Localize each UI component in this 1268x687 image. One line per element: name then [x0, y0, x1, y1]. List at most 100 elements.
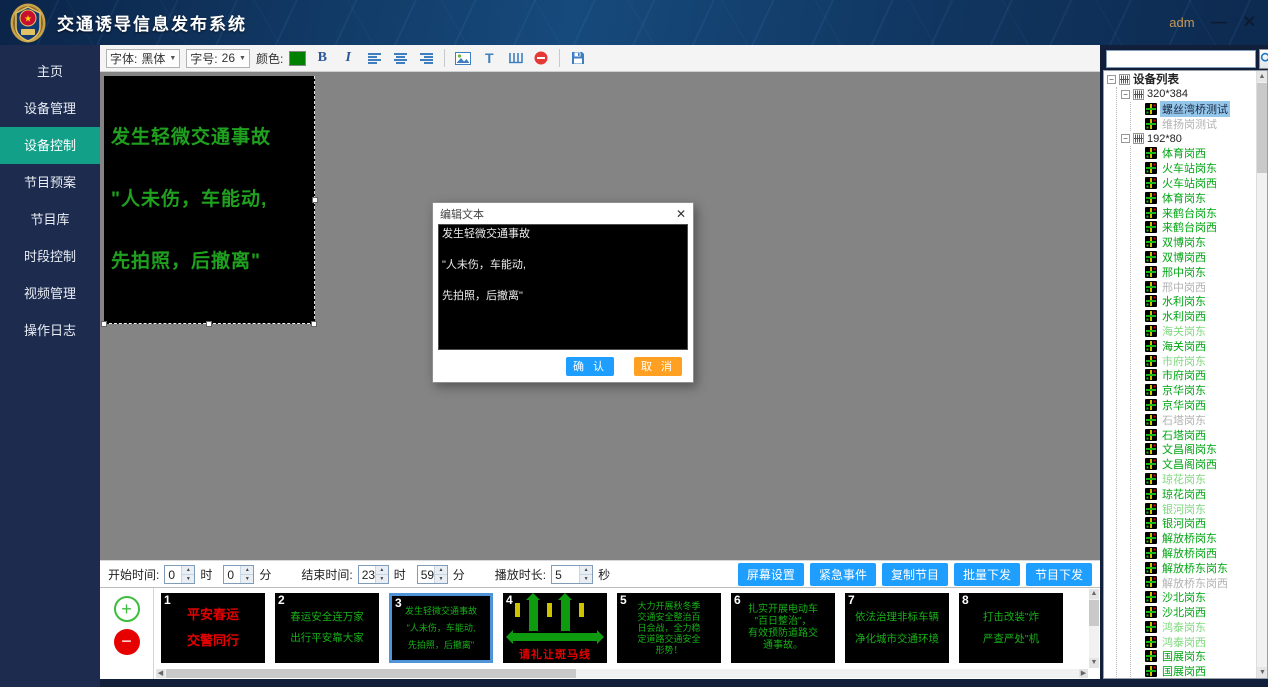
scroll-up-icon[interactable]: ▲ [1089, 589, 1099, 599]
vertical-scrollbar[interactable]: ▲ ▼ [1089, 589, 1099, 668]
tree-group-192*80[interactable]: −192*80 [1121, 131, 1255, 146]
device-item[interactable]: 鸿泰岗东 [1135, 619, 1255, 634]
tree-group-320*384[interactable]: −320*384 [1121, 87, 1255, 102]
playlist-item-2[interactable]: 2春运安全连万家出行平安靠大家 [275, 593, 379, 663]
device-item[interactable]: 国展岗东 [1135, 649, 1255, 664]
device-item[interactable]: 邢中岗西 [1135, 279, 1255, 294]
duration-stepper[interactable]: 5▲▼ [551, 565, 593, 584]
device-item[interactable]: 市府岗西 [1135, 368, 1255, 383]
step-down-icon[interactable]: ▼ [435, 575, 447, 583]
logged-in-user[interactable]: adm [1169, 15, 1194, 30]
end-minute-stepper[interactable]: 59▲▼ [417, 565, 448, 584]
step-up-icon[interactable]: ▲ [241, 566, 253, 575]
device-item[interactable]: 石塔岗西 [1135, 427, 1255, 442]
device-item[interactable]: 沙北岗东 [1135, 590, 1255, 605]
sidebar-item-时段控制[interactable]: 时段控制 [0, 238, 100, 275]
device-item[interactable]: 解放桥东岗西 [1135, 575, 1255, 590]
resize-handle[interactable] [312, 197, 318, 203]
columns-button[interactable] [505, 48, 525, 68]
step-down-icon[interactable]: ▼ [580, 575, 592, 583]
search-button[interactable] [1259, 49, 1268, 69]
add-program-button[interactable]: + [114, 596, 140, 622]
device-item[interactable]: 水利岗西 [1135, 309, 1255, 324]
sidebar-item-操作日志[interactable]: 操作日志 [0, 312, 100, 349]
confirm-button[interactable]: 确 认 [566, 357, 614, 376]
dialog-title-bar[interactable]: 编辑文本 ✕ [433, 203, 693, 224]
device-item[interactable]: 海关岗东 [1135, 324, 1255, 339]
playlist-item-3[interactable]: 3发生轻微交通事故"人未伤，车能动,先拍照，后撤离" [389, 593, 493, 663]
remove-program-button[interactable]: − [114, 629, 140, 655]
device-item[interactable]: 维扬岗测试 [1135, 116, 1255, 131]
action-button-批量下发[interactable]: 批量下发 [954, 563, 1020, 586]
device-item[interactable]: 双博岗东 [1135, 235, 1255, 250]
step-down-icon[interactable]: ▼ [376, 575, 388, 583]
playlist-item-4[interactable]: 4请礼让斑马线 [503, 593, 607, 663]
font-family-select[interactable]: 字体: 黑体 ▼ [106, 49, 180, 68]
align-center-button[interactable] [390, 48, 410, 68]
sidebar-item-视频管理[interactable]: 视频管理 [0, 275, 100, 312]
device-item[interactable]: 文昌阁岗西 [1135, 457, 1255, 472]
insert-image-button[interactable] [453, 48, 473, 68]
sidebar-item-节目库[interactable]: 节目库 [0, 201, 100, 238]
start-hour-stepper[interactable]: 0▲▼ [164, 565, 195, 584]
font-size-select[interactable]: 字号: 26 ▼ [186, 49, 250, 68]
device-item[interactable]: 火车站岗西 [1135, 176, 1255, 191]
collapse-icon[interactable]: − [1121, 134, 1130, 143]
device-item[interactable]: 琼花岗西 [1135, 486, 1255, 501]
resize-handle[interactable] [101, 321, 107, 327]
scroll-left-icon[interactable]: ◀ [156, 669, 165, 678]
sidebar-item-节目预案[interactable]: 节目预案 [0, 164, 100, 201]
device-item[interactable]: 螺丝湾桥测试 [1135, 102, 1255, 117]
device-item[interactable]: 水利岗东 [1135, 294, 1255, 309]
close-button[interactable]: ✕ [1243, 15, 1256, 31]
device-item[interactable]: 来鹤台岗西 [1135, 220, 1255, 235]
device-item[interactable]: 来鹤台岗东 [1135, 205, 1255, 220]
device-item[interactable]: 邢中岗东 [1135, 264, 1255, 279]
tree-root[interactable]: −设备列表 [1107, 72, 1255, 87]
design-canvas[interactable]: 发生轻微交通事故"人未伤，车能动,先拍照，后撤离" 编辑文本 ✕ 发生轻微交通事… [100, 72, 1100, 560]
device-item[interactable]: 市府岗东 [1135, 353, 1255, 368]
device-item[interactable]: 沙北岗西 [1135, 605, 1255, 620]
device-item[interactable]: 国展岗西 [1135, 664, 1255, 677]
align-right-button[interactable] [416, 48, 436, 68]
resize-handle[interactable] [311, 321, 317, 327]
delete-element-button[interactable] [531, 48, 551, 68]
align-left-button[interactable] [364, 48, 384, 68]
device-item[interactable]: 海关岗西 [1135, 338, 1255, 353]
step-down-icon[interactable]: ▼ [241, 575, 253, 583]
end-hour-stepper[interactable]: 23▲▼ [358, 565, 389, 584]
scrollbar-thumb[interactable] [1089, 600, 1099, 626]
sidebar-item-设备管理[interactable]: 设备管理 [0, 90, 100, 127]
scroll-down-icon[interactable]: ▼ [1089, 658, 1099, 668]
resize-handle[interactable] [206, 321, 212, 327]
collapse-icon[interactable]: − [1107, 75, 1116, 84]
step-up-icon[interactable]: ▲ [580, 566, 592, 575]
scrollbar-thumb[interactable] [166, 669, 576, 678]
led-preview[interactable]: 发生轻微交通事故"人未伤，车能动,先拍照，后撤离" [104, 76, 315, 324]
playlist-item-5[interactable]: 5大力开展秋冬季交通安全整治百日会战，全力稳定道路交通安全形势！ [617, 593, 721, 663]
scrollbar-thumb[interactable] [1257, 83, 1268, 173]
playlist-item-1[interactable]: 1平安春运交警同行 [161, 593, 265, 663]
start-minute-stepper[interactable]: 0▲▼ [223, 565, 254, 584]
dialog-textarea[interactable]: 发生轻微交通事故 "人未伤，车能动, 先拍照，后撤离" [438, 224, 688, 350]
step-down-icon[interactable]: ▼ [182, 575, 194, 583]
playlist-item-8[interactable]: 8打击改装"炸严查严处"机 [959, 593, 1063, 663]
device-item[interactable]: 火车站岗东 [1135, 161, 1255, 176]
tree-scrollbar[interactable]: ▲ ▼ [1256, 71, 1267, 678]
action-button-节目下发[interactable]: 节目下发 [1026, 563, 1092, 586]
device-search-input[interactable] [1106, 50, 1256, 68]
device-item[interactable]: 银河岗西 [1135, 516, 1255, 531]
device-item[interactable]: 京华岗西 [1135, 398, 1255, 413]
device-item[interactable]: 文昌阁岗东 [1135, 442, 1255, 457]
device-item[interactable]: 石塔岗东 [1135, 412, 1255, 427]
scroll-right-icon[interactable]: ▶ [1079, 669, 1088, 678]
minimize-button[interactable]: — [1211, 15, 1227, 31]
device-item[interactable]: 体育岗西 [1135, 146, 1255, 161]
device-item[interactable]: 解放桥岗西 [1135, 546, 1255, 561]
save-button[interactable] [568, 48, 588, 68]
horizontal-scrollbar[interactable]: ◀ ▶ [156, 669, 1088, 678]
device-item[interactable]: 京华岗东 [1135, 383, 1255, 398]
action-button-屏幕设置[interactable]: 屏幕设置 [738, 563, 804, 586]
device-item[interactable]: 双博岗西 [1135, 250, 1255, 265]
sidebar-item-主页[interactable]: 主页 [0, 53, 100, 90]
